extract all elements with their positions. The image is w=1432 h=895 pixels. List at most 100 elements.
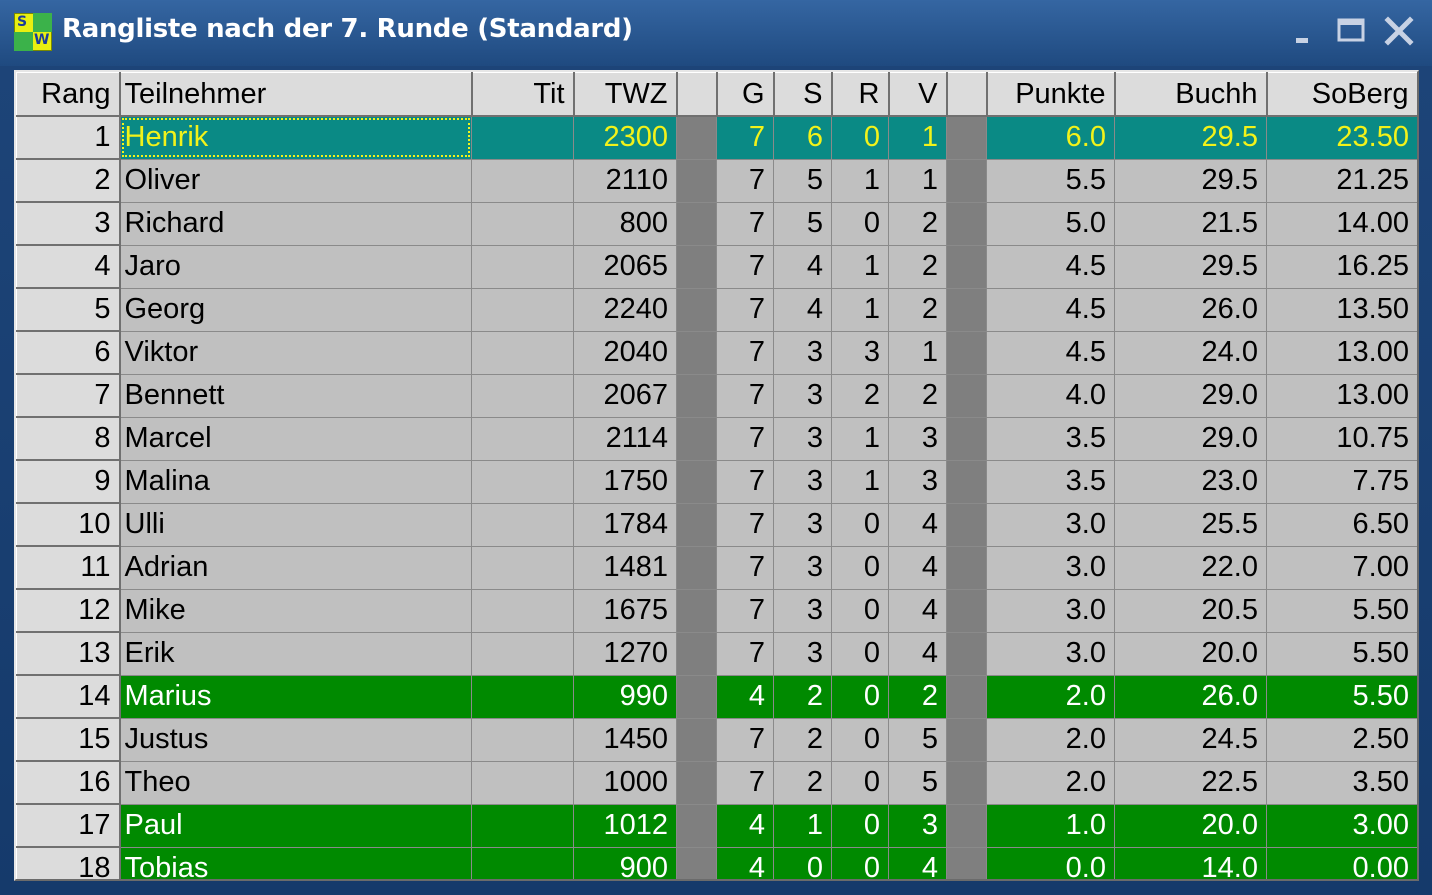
cell-g[interactable]: 7 <box>716 416 774 461</box>
cell-v[interactable]: 3 <box>888 416 947 461</box>
cell-soberg[interactable]: 7.75 <box>1266 459 1417 504</box>
cell-v[interactable]: 5 <box>888 760 947 805</box>
cell-g[interactable]: 7 <box>716 287 774 332</box>
cell-buchh[interactable]: 20.0 <box>1114 631 1267 676</box>
cell-g[interactable]: 4 <box>716 803 774 848</box>
cell-soberg[interactable]: 13.00 <box>1266 373 1417 418</box>
cell-gap[interactable] <box>946 717 987 762</box>
cell-buchh[interactable]: 20.5 <box>1114 588 1267 633</box>
cell-name[interactable]: Oliver <box>119 158 472 203</box>
cell-r[interactable]: 0 <box>831 760 889 805</box>
table-row[interactable]: 14 Marius 990 4 2 0 2 2.0 26.0 5.50 <box>16 674 1417 719</box>
cell-v[interactable]: 4 <box>888 502 947 547</box>
cell-soberg[interactable]: 5.50 <box>1266 631 1417 676</box>
cell-name[interactable]: Ulli <box>119 502 472 547</box>
table-row[interactable]: 15 Justus 1450 7 2 0 5 2.0 24.5 2.50 <box>16 717 1417 762</box>
cell-g[interactable]: 7 <box>716 373 774 418</box>
cell-soberg[interactable]: 3.50 <box>1266 760 1417 805</box>
ranking-grid[interactable]: Rang Teilnehmer Tit TWZ G S R V Punkte B… <box>14 70 1419 881</box>
cell-gap[interactable] <box>946 631 987 676</box>
table-row[interactable]: 7 Bennett 2067 7 3 2 2 4.0 29.0 13.00 <box>16 373 1417 418</box>
cell-buchh[interactable]: 23.0 <box>1114 459 1267 504</box>
cell-g[interactable]: 7 <box>716 502 774 547</box>
cell-punkte[interactable]: 4.5 <box>986 287 1115 332</box>
cell-soberg[interactable]: 13.00 <box>1266 330 1417 375</box>
cell-s[interactable]: 5 <box>773 201 832 246</box>
table-row[interactable]: 9 Malina 1750 7 3 1 3 3.5 23.0 7.75 <box>16 459 1417 504</box>
cell-g[interactable]: 7 <box>716 330 774 375</box>
table-row[interactable]: 1 Henrik 2300 7 6 0 1 6.0 29.5 23.50 <box>16 115 1417 160</box>
table-row[interactable]: 10 Ulli 1784 7 3 0 4 3.0 25.5 6.50 <box>16 502 1417 547</box>
cell-buchh[interactable]: 29.0 <box>1114 373 1267 418</box>
cell-tit[interactable] <box>471 803 574 848</box>
cell-s[interactable]: 4 <box>773 287 832 332</box>
cell-rank[interactable]: 14 <box>16 674 121 719</box>
cell-gap[interactable] <box>946 201 987 246</box>
cell-rank[interactable]: 15 <box>16 717 121 762</box>
cell-buchh[interactable]: 24.5 <box>1114 717 1267 762</box>
cell-punkte[interactable]: 6.0 <box>986 115 1115 160</box>
cell-gap[interactable] <box>946 373 987 418</box>
cell-buchh[interactable]: 29.5 <box>1114 158 1267 203</box>
cell-gap[interactable] <box>676 115 717 160</box>
cell-rank[interactable]: 2 <box>16 158 121 203</box>
cell-rank[interactable]: 3 <box>16 201 121 246</box>
cell-s[interactable]: 4 <box>773 244 832 289</box>
cell-r[interactable]: 2 <box>831 373 889 418</box>
cell-s[interactable]: 3 <box>773 502 832 547</box>
cell-name[interactable]: Mike <box>119 588 472 633</box>
cell-gap[interactable] <box>946 846 987 879</box>
close-icon[interactable] <box>1382 14 1416 48</box>
cell-v[interactable]: 4 <box>888 631 947 676</box>
cell-tit[interactable] <box>471 459 574 504</box>
col-header-g[interactable]: G <box>716 72 775 117</box>
cell-s[interactable]: 0 <box>773 846 832 879</box>
cell-soberg[interactable]: 7.00 <box>1266 545 1417 590</box>
cell-g[interactable]: 4 <box>716 846 774 879</box>
cell-name[interactable]: Henrik <box>119 115 472 160</box>
col-header-punkte[interactable]: Punkte <box>986 72 1116 117</box>
table-row[interactable]: 8 Marcel 2114 7 3 1 3 3.5 29.0 10.75 <box>16 416 1417 461</box>
cell-punkte[interactable]: 1.0 <box>986 803 1115 848</box>
cell-r[interactable]: 1 <box>831 459 889 504</box>
cell-name[interactable]: Malina <box>119 459 472 504</box>
cell-punkte[interactable]: 3.0 <box>986 502 1115 547</box>
cell-rank[interactable]: 9 <box>16 459 121 504</box>
table-row[interactable]: 3 Richard 800 7 5 0 2 5.0 21.5 14.00 <box>16 201 1417 246</box>
cell-gap[interactable] <box>946 115 987 160</box>
cell-tit[interactable] <box>471 244 574 289</box>
cell-tit[interactable] <box>471 158 574 203</box>
cell-name[interactable]: Viktor <box>119 330 472 375</box>
cell-tit[interactable] <box>471 416 574 461</box>
cell-buchh[interactable]: 24.0 <box>1114 330 1267 375</box>
cell-g[interactable]: 4 <box>716 674 774 719</box>
table-row[interactable]: 13 Erik 1270 7 3 0 4 3.0 20.0 5.50 <box>16 631 1417 676</box>
cell-punkte[interactable]: 3.5 <box>986 416 1115 461</box>
col-header-r[interactable]: R <box>831 72 890 117</box>
cell-rank[interactable]: 4 <box>16 244 121 289</box>
cell-soberg[interactable]: 5.50 <box>1266 674 1417 719</box>
cell-v[interactable]: 4 <box>888 545 947 590</box>
table-row[interactable]: 5 Georg 2240 7 4 1 2 4.5 26.0 13.50 <box>16 287 1417 332</box>
cell-tit[interactable] <box>471 846 574 879</box>
cell-g[interactable]: 7 <box>716 717 774 762</box>
cell-twz[interactable]: 2240 <box>573 287 677 332</box>
table-row[interactable]: 2 Oliver 2110 7 5 1 1 5.5 29.5 21.25 <box>16 158 1417 203</box>
cell-buchh[interactable]: 26.0 <box>1114 287 1267 332</box>
cell-name[interactable]: Adrian <box>119 545 472 590</box>
cell-s[interactable]: 5 <box>773 158 832 203</box>
cell-gap[interactable] <box>946 760 987 805</box>
cell-s[interactable]: 3 <box>773 330 832 375</box>
cell-rank[interactable]: 17 <box>16 803 121 848</box>
cell-gap[interactable] <box>676 717 717 762</box>
cell-soberg[interactable]: 6.50 <box>1266 502 1417 547</box>
cell-rank[interactable]: 10 <box>16 502 121 547</box>
cell-name[interactable]: Justus <box>119 717 472 762</box>
cell-r[interactable]: 0 <box>831 717 889 762</box>
cell-punkte[interactable]: 3.0 <box>986 588 1115 633</box>
cell-gap[interactable] <box>946 588 987 633</box>
cell-name[interactable]: Jaro <box>119 244 472 289</box>
title-bar[interactable]: SW Rangliste nach der 7. Runde (Standard… <box>0 0 1432 66</box>
cell-tit[interactable] <box>471 717 574 762</box>
cell-v[interactable]: 5 <box>888 717 947 762</box>
